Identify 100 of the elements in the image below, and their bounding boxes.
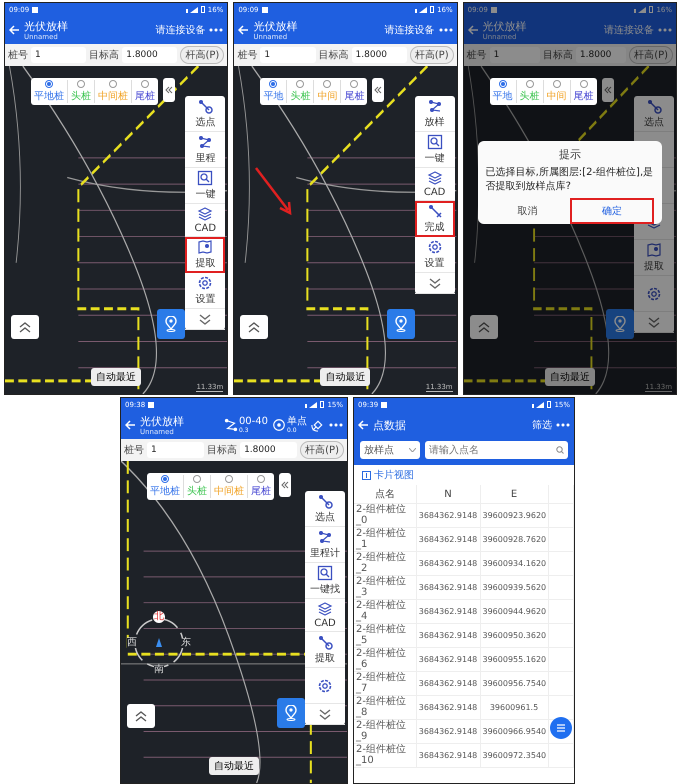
radio-button[interactable] [269, 80, 278, 88]
back-arrow-icon[interactable] [238, 25, 250, 35]
radio-button[interactable] [350, 80, 358, 88]
pole-height-button[interactable]: 杆高(P) [300, 441, 344, 459]
target-height-field[interactable]: 1.8000 [122, 47, 178, 63]
more-options-icon[interactable] [556, 423, 570, 427]
target-height-field[interactable]: 1.8000 [576, 47, 626, 63]
toolbar-button[interactable]: 提取 [185, 237, 226, 273]
pile-type-option[interactable]: 尾桩 [341, 80, 368, 103]
radio-button[interactable] [45, 80, 53, 88]
notification-icon [490, 6, 497, 12]
toolbar-button[interactable]: 提取 [634, 240, 674, 276]
toolbar-button[interactable]: 里程 [185, 132, 226, 168]
radio-button[interactable] [323, 80, 332, 88]
expand-up-button[interactable] [11, 315, 39, 339]
radio-button[interactable] [580, 80, 588, 88]
satellite-icon[interactable] [311, 418, 325, 432]
indicator-label: 单点 [287, 416, 307, 426]
pile-type-option[interactable]: 平地桩 [31, 80, 68, 103]
radio-button[interactable] [109, 80, 117, 88]
pole-height-button[interactable]: 杆高(P) [180, 46, 224, 64]
pile-type-option[interactable]: 平地 [260, 80, 288, 103]
toolbar-button[interactable]: 一键找 [305, 563, 345, 599]
back-arrow-icon[interactable] [468, 25, 479, 35]
auto-nearest-button[interactable]: 自动最近 [91, 368, 142, 386]
toolbar-button[interactable]: 完成 [414, 201, 455, 237]
menu-fab[interactable] [550, 717, 572, 739]
auto-nearest-button[interactable]: 自动最近 [209, 757, 259, 775]
more-options-icon[interactable] [209, 28, 224, 32]
collapse-button[interactable] [279, 473, 291, 497]
auto-nearest-button[interactable]: 自动最近 [320, 368, 370, 386]
search-field[interactable]: 请输入点名 [425, 441, 568, 459]
pile-number-field[interactable]: 1 [31, 47, 86, 63]
location-button[interactable] [386, 309, 415, 339]
toolbar-button[interactable]: 设置 [414, 237, 455, 273]
toolbar-button[interactable]: CAD [305, 599, 345, 632]
radio-button[interactable] [552, 80, 561, 88]
filter-button[interactable]: 筛选 [532, 418, 552, 432]
point-type-dropdown[interactable]: 放样点 [360, 441, 420, 459]
field-label: 桩号 [237, 48, 258, 62]
back-arrow-icon[interactable] [358, 420, 369, 430]
line-cross-icon [426, 203, 443, 219]
toolbar-button[interactable]: 放样 [414, 96, 455, 132]
signal-icon [634, 6, 646, 12]
toolbar-button[interactable]: 选点 [305, 491, 345, 527]
battery-icon [200, 6, 205, 13]
dialog-button[interactable]: 确定 [570, 198, 654, 224]
radio-button[interactable] [193, 475, 201, 483]
pile-type-option[interactable]: 平地 [490, 80, 517, 103]
connect-device-button[interactable]: 请连接设备 [384, 23, 435, 37]
radio-button[interactable] [141, 80, 149, 88]
target-height-field[interactable]: 1.8000 [240, 442, 298, 458]
pile-type-label: 中间 [317, 90, 338, 103]
back-arrow-icon[interactable] [9, 25, 20, 35]
toolbar-button[interactable]: CAD [185, 204, 226, 237]
pile-type-option[interactable]: 尾桩 [132, 80, 158, 103]
toolbar-button[interactable]: 提取 [305, 632, 345, 668]
toolbar-button[interactable]: CAD [414, 168, 455, 201]
pile-number-field[interactable]: 1 [490, 47, 540, 63]
double-chevron-left-icon [374, 86, 382, 94]
connect-device-button[interactable]: 请连接设备 [155, 23, 206, 37]
toolbar-button[interactable]: 一键 [185, 168, 226, 204]
radio-button[interactable] [161, 475, 169, 483]
radio-button[interactable] [77, 80, 85, 88]
pile-number-field[interactable]: 1 [147, 442, 204, 458]
back-arrow-icon[interactable] [125, 420, 136, 430]
radio-button[interactable] [498, 80, 507, 88]
target-height-field[interactable]: 1.8000 [352, 47, 407, 63]
toolbar-button[interactable]: 设置 [185, 273, 226, 309]
pile-type-option[interactable]: 尾桩 [248, 475, 274, 498]
toolbar-button[interactable]: 里程计 [305, 527, 345, 563]
field-label: 桩号 [124, 444, 144, 457]
screen-title: 光伏放样 [253, 20, 298, 32]
toolbar-button[interactable]: 一键 [414, 132, 455, 168]
more-options-icon[interactable] [329, 423, 343, 427]
radio-button[interactable] [257, 475, 265, 483]
map-pin-icon [646, 242, 662, 258]
radio-button[interactable] [526, 80, 534, 88]
pile-type-option[interactable]: 尾桩 [570, 80, 597, 103]
toolbar-button[interactable]: 选点 [185, 96, 226, 132]
table-cell: 2-组件桩位_7 [354, 672, 416, 696]
toolbar-button[interactable]: 选点 [634, 96, 674, 132]
expand-up-button[interactable] [127, 704, 155, 728]
more-options-icon[interactable] [658, 28, 672, 32]
collapse-button[interactable] [372, 78, 384, 102]
location-pin-icon [613, 316, 628, 332]
pile-number-field[interactable]: 1 [260, 47, 316, 63]
radio-button[interactable] [296, 80, 304, 88]
dialog-message: 已选择目标,所属图层:[2-组件桩位],是否提取到放样点库? [486, 166, 654, 194]
radio-button[interactable] [225, 475, 233, 483]
auto-nearest-button[interactable]: 自动最近 [544, 368, 595, 386]
signal-icon [415, 6, 428, 12]
card-view-link[interactable]: 卡片视图 [374, 468, 414, 482]
expand-up-button[interactable] [240, 315, 268, 339]
pole-height-button[interactable]: 杆高(P) [410, 46, 454, 64]
more-options-icon[interactable] [438, 28, 453, 32]
pile-type-option[interactable]: 平地桩 [147, 475, 184, 498]
route-nodes-icon [197, 134, 214, 150]
pole-height-button[interactable]: 杆高(P) [629, 46, 674, 64]
dialog-button[interactable]: 取消 [486, 198, 570, 224]
